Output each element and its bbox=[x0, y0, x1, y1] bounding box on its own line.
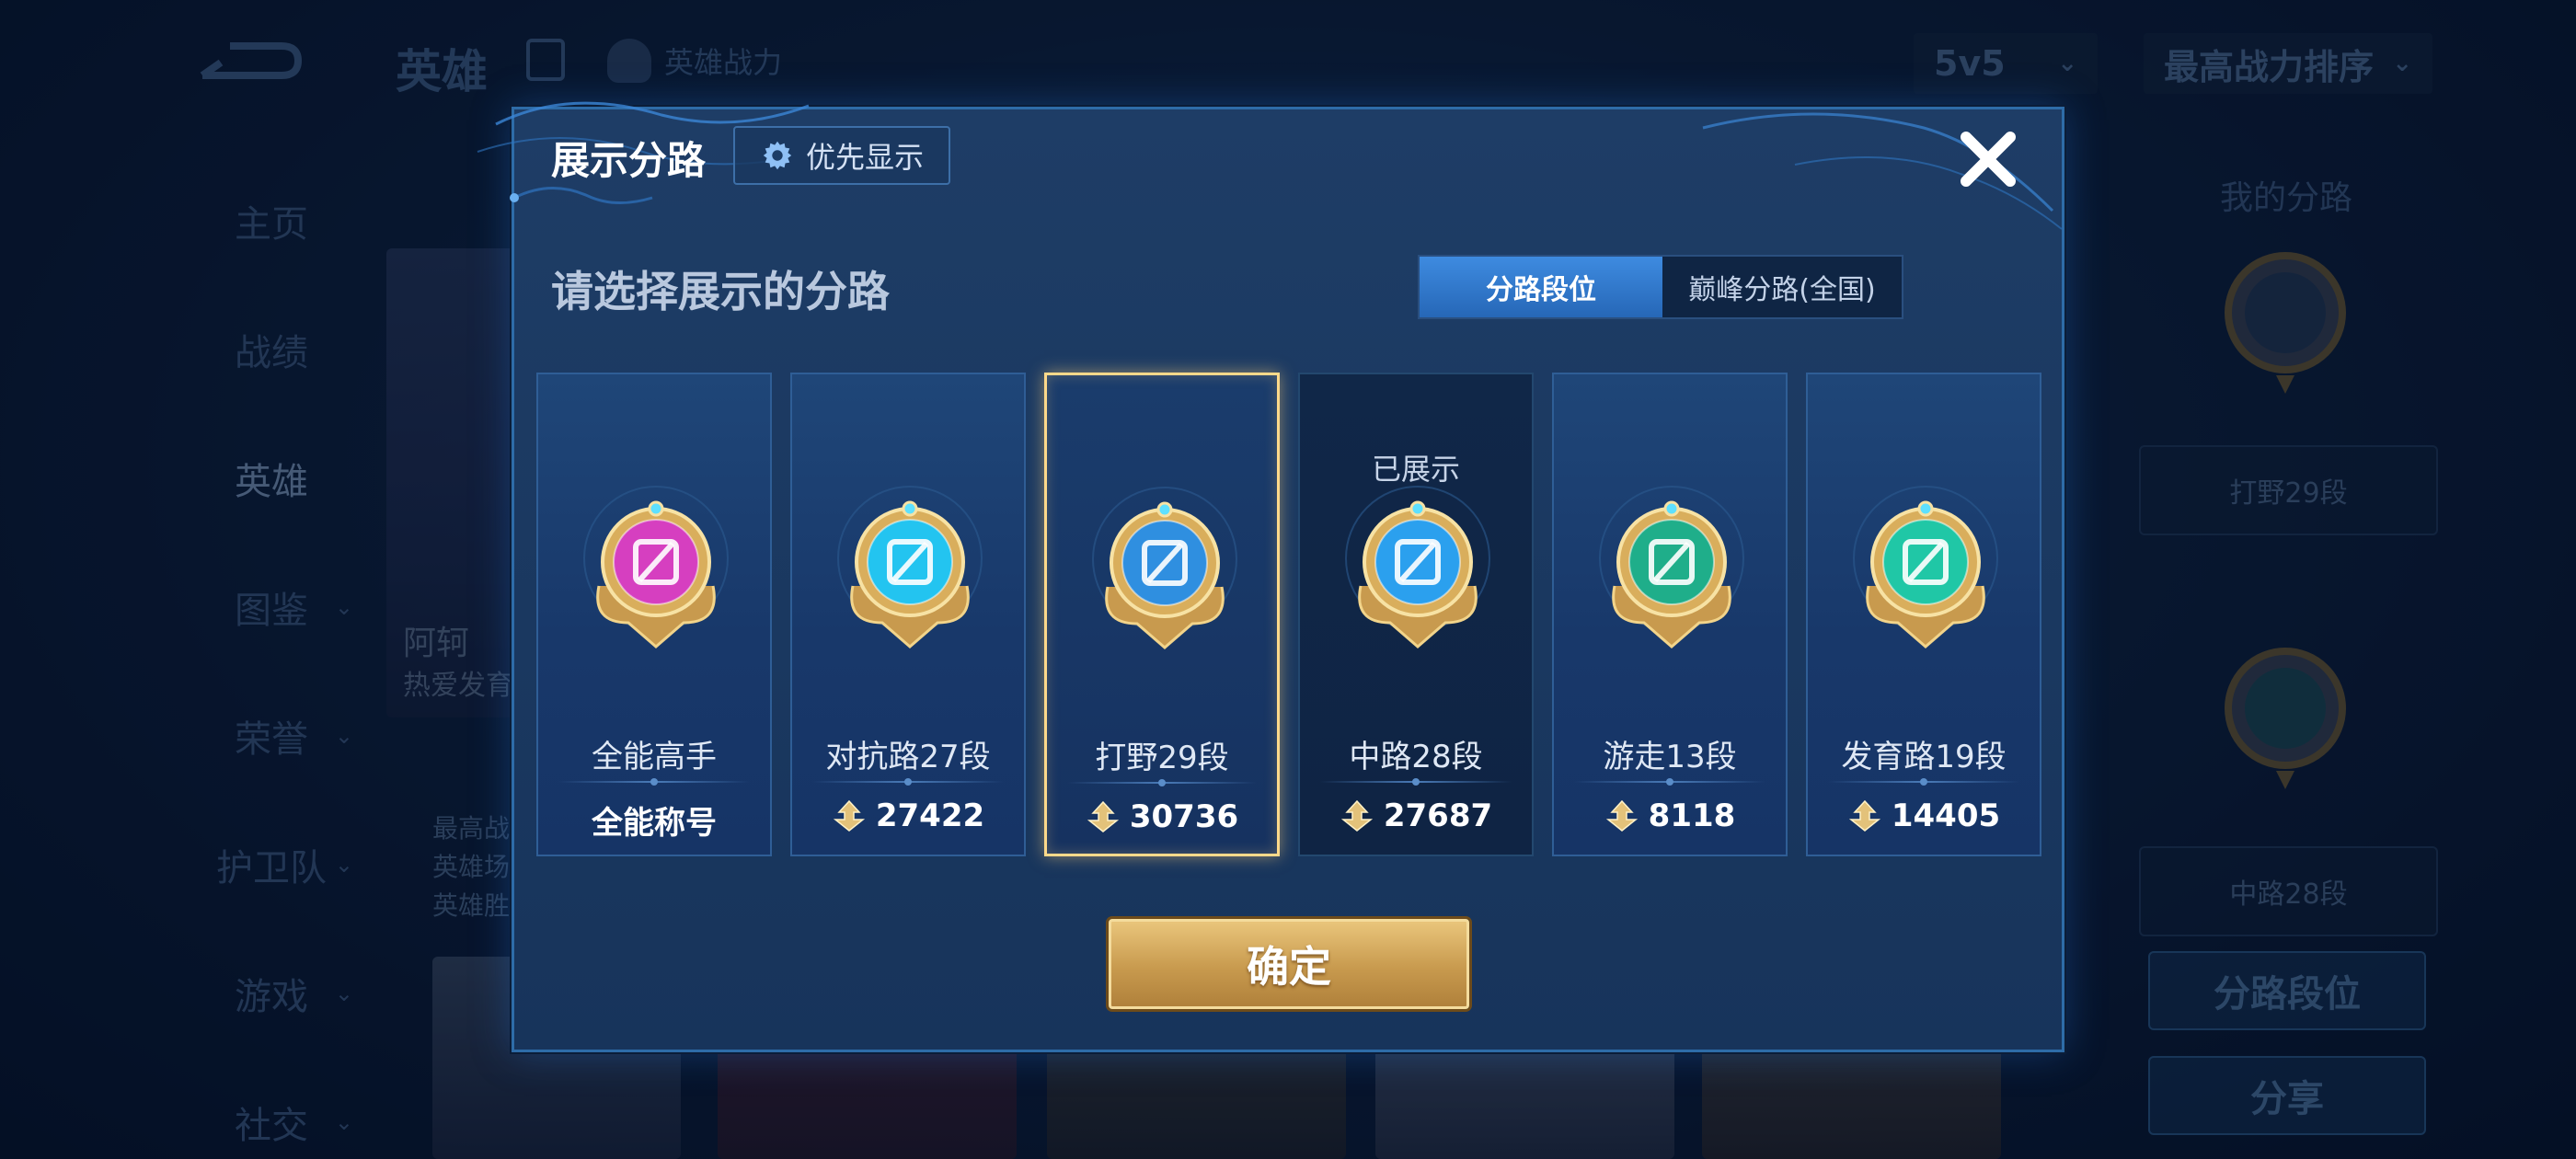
lane-power: 30736 bbox=[1047, 798, 1277, 835]
lane-name: 对抗路27段 bbox=[825, 739, 991, 775]
lane-power: 27687 bbox=[1300, 798, 1532, 834]
divider bbox=[558, 778, 750, 786]
gear-icon bbox=[763, 141, 792, 170]
power-icon bbox=[1340, 799, 1373, 832]
power-icon bbox=[1848, 799, 1880, 832]
lane-power-value: 14405 bbox=[1891, 798, 2001, 834]
rank-type-toggle: 分路段位 巅峰分路(全国) bbox=[1418, 255, 1903, 319]
lane-card-list: 全能高手 全能称号 对抗路27段 27422 打野29段 30736 已展示 中路28段 276… bbox=[536, 373, 2045, 858]
lane-name: 游走13段 bbox=[1603, 739, 1737, 775]
dialog-title: 展示分路 bbox=[551, 138, 707, 183]
power-icon bbox=[833, 799, 865, 832]
lane-card[interactable]: 发育路19段 14405 bbox=[1806, 373, 2041, 856]
priority-display-button[interactable]: 优先显示 bbox=[733, 126, 950, 185]
lane-card[interactable]: 游走13段 8118 bbox=[1552, 373, 1788, 856]
power-icon bbox=[1605, 799, 1638, 832]
lane-name: 打野29段 bbox=[1095, 740, 1229, 776]
power-icon bbox=[1087, 800, 1119, 832]
dialog-subtitle: 请选择展示的分路 bbox=[551, 267, 890, 316]
divider bbox=[812, 778, 1004, 786]
lane-name: 发育路19段 bbox=[1841, 739, 2007, 775]
farm-lane-badge-icon bbox=[1853, 486, 1998, 648]
lane-card[interactable]: 打野29段 30736 bbox=[1044, 373, 1280, 856]
lane-power-value: 8118 bbox=[1648, 798, 1736, 834]
lane-name: 全能高手 bbox=[592, 739, 717, 775]
close-icon[interactable] bbox=[1951, 122, 2025, 196]
divider bbox=[1320, 778, 1512, 786]
lane-card[interactable]: 对抗路27段 27422 bbox=[790, 373, 1026, 856]
tab-peak-lane[interactable]: 巅峰分路(全国) bbox=[1662, 257, 1902, 317]
lane-card[interactable]: 全能高手 全能称号 bbox=[536, 373, 772, 856]
tab-lane-rank[interactable]: 分路段位 bbox=[1420, 257, 1662, 317]
clash-lane-badge-icon bbox=[837, 486, 983, 648]
lane-power: 全能称号 bbox=[538, 798, 770, 843]
confirm-button[interactable]: 确定 bbox=[1109, 919, 1469, 1009]
shown-label: 已展示 bbox=[1371, 452, 1460, 487]
divider bbox=[1574, 778, 1765, 786]
lane-power: 27422 bbox=[792, 798, 1024, 834]
lane-power-value: 30736 bbox=[1129, 798, 1239, 835]
divider bbox=[1067, 779, 1257, 786]
lane-card[interactable]: 已展示中路28段 27687 bbox=[1298, 373, 1534, 856]
lane-power: 8118 bbox=[1554, 798, 1786, 834]
lane-power: 14405 bbox=[1808, 798, 2040, 834]
mid-lane-badge-icon bbox=[1345, 486, 1490, 648]
lane-power-value: 27687 bbox=[1383, 798, 1493, 834]
lane-power-value: 全能称号 bbox=[592, 805, 717, 842]
roam-badge-icon bbox=[1599, 486, 1744, 648]
divider bbox=[1828, 778, 2019, 786]
priority-display-label: 优先显示 bbox=[805, 140, 924, 175]
jungle-badge-icon bbox=[1092, 487, 1237, 649]
lane-power-value: 27422 bbox=[875, 798, 985, 834]
all-rounder-badge-icon bbox=[583, 486, 729, 648]
lane-display-dialog: 展示分路 优先显示 请选择展示的分路 分路段位 巅峰分路(全国) 全能高手全能称… bbox=[477, 101, 2064, 1052]
lane-name: 中路28段 bbox=[1349, 739, 1483, 775]
